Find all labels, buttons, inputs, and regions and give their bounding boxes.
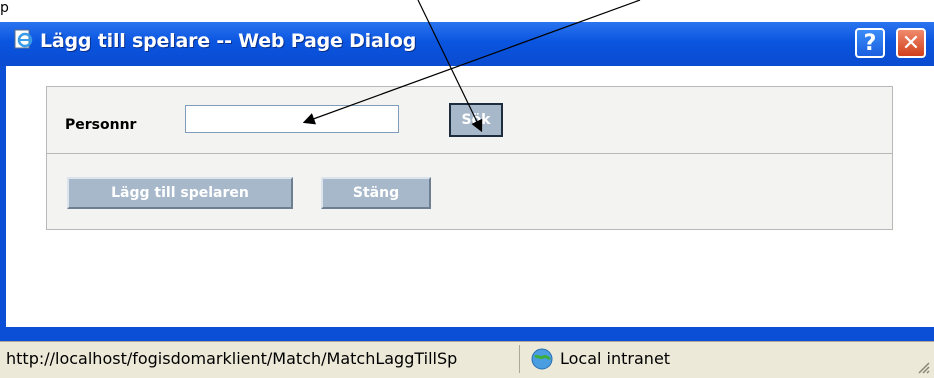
arrow-to-sok-button — [417, 0, 483, 133]
annotation-arrows — [302, 0, 641, 133]
arrow-to-personnr-input — [302, 0, 641, 125]
